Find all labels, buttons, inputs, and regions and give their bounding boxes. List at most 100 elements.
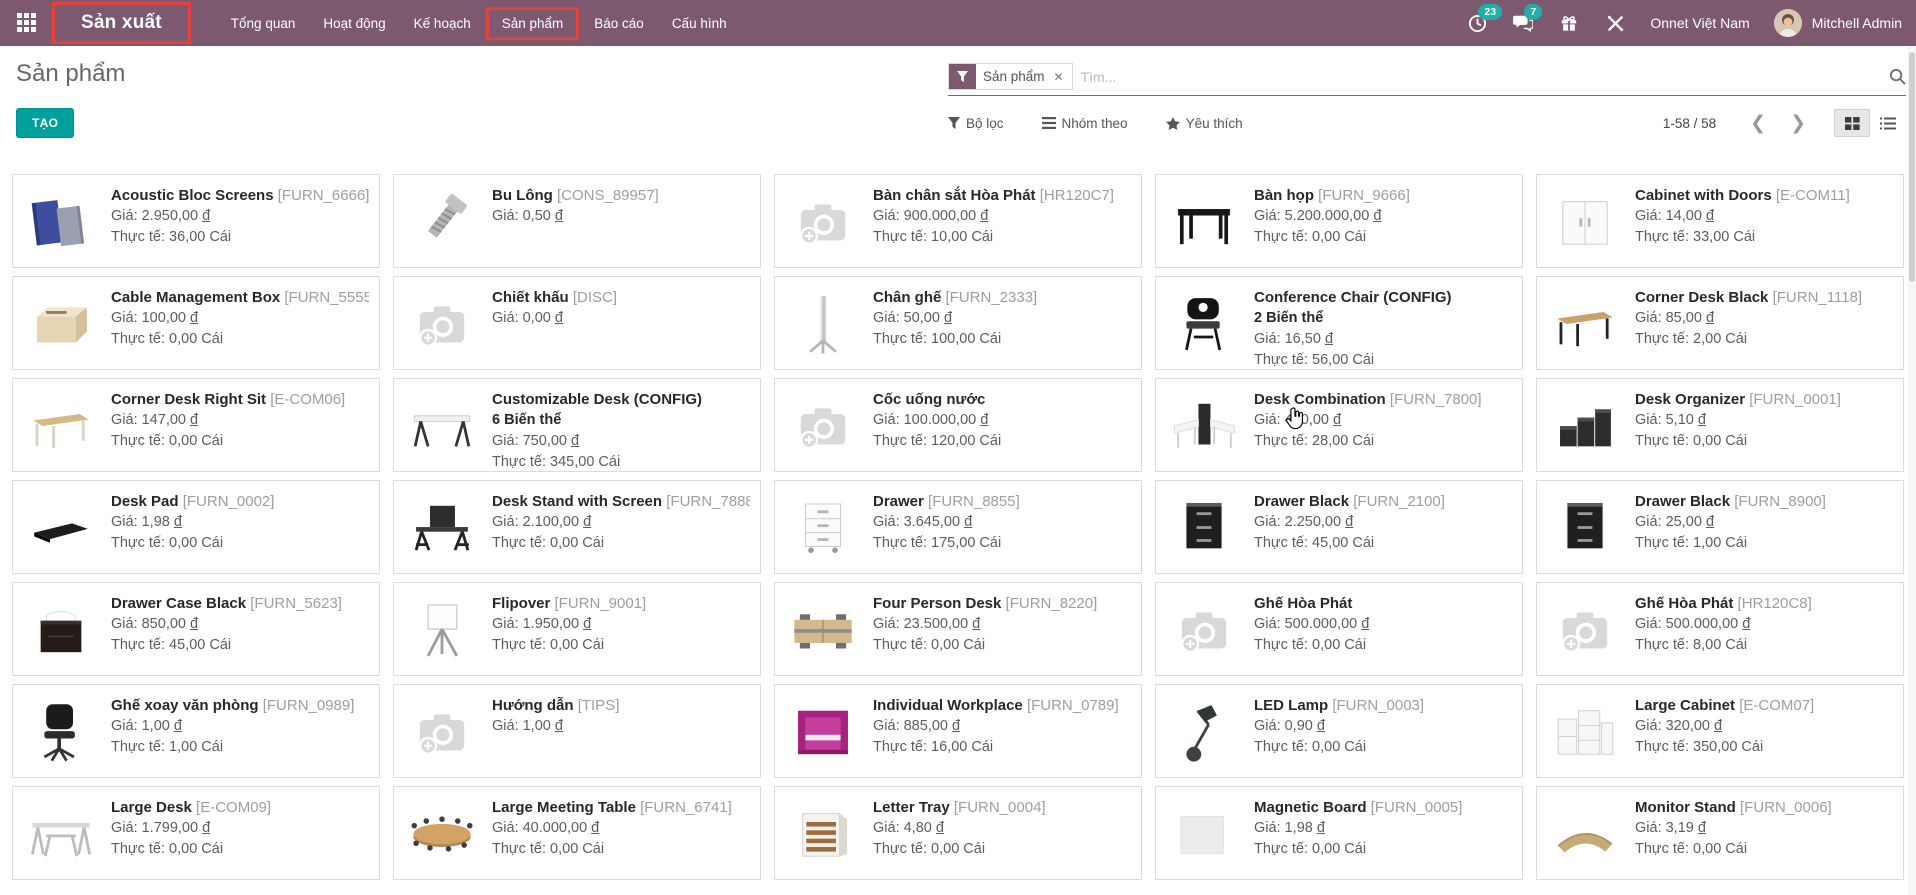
favorites-button[interactable]: Yêu thích — [1166, 116, 1243, 131]
table-black-thumbnail — [1166, 184, 1242, 260]
product-card[interactable]: Customizable Desk (CONFIG) 6 Biến thể Gi… — [393, 378, 761, 472]
vertical-scrollbar[interactable] — [1908, 46, 1916, 895]
product-card[interactable]: Bàn họp [FURN_9666] Giá: 5.200.000,00 đ … — [1155, 174, 1523, 268]
product-price: Giá: 320,00 đ — [1635, 716, 1814, 737]
product-card[interactable]: Large Meeting Table [FURN_6741] Giá: 40.… — [393, 786, 761, 880]
product-quantity: Thực tế: 0,00 Cái — [111, 431, 345, 452]
apps-grid-icon[interactable] — [10, 6, 44, 40]
navbar-menu: Tổng quanHoạt độngKế hoạchSản phẩmBáo cá… — [217, 0, 741, 46]
product-card[interactable]: Chân ghế [FURN_2333] Giá: 50,00 đ Thực t… — [774, 276, 1142, 370]
messages-icon[interactable]: 7 — [1512, 12, 1534, 34]
product-card[interactable]: Cabinet with Doors [E-COM11] Giá: 14,00 … — [1536, 174, 1904, 268]
next-page-icon[interactable]: ❯ — [1778, 114, 1818, 133]
group-by-button[interactable]: Nhóm theo — [1042, 116, 1128, 131]
product-name: Desk Combination [FURN_7800] — [1254, 389, 1482, 410]
product-card[interactable]: Desk Combination [FURN_7800] Giá: 450,00… — [1155, 378, 1523, 472]
chair-black-thumbnail — [1166, 286, 1242, 362]
product-quantity: Thực tế: 2,00 Cái — [1635, 329, 1862, 350]
product-quantity: Thực tế: 0,00 Cái — [111, 329, 369, 350]
product-card[interactable]: Drawer Black [FURN_8900] Giá: 25,00 đ Th… — [1536, 480, 1904, 574]
product-card[interactable]: Ghế Hòa Phát [HR120C8] Giá: 500.000,00 đ… — [1536, 582, 1904, 676]
product-card[interactable]: Desk Stand with Screen [FURN_7888] Giá: … — [393, 480, 761, 574]
currency-symbol: đ — [1345, 514, 1353, 530]
product-code: [FURN_5555] — [284, 289, 369, 306]
product-name: Drawer Black [FURN_2100] — [1254, 491, 1445, 512]
gift-icon[interactable] — [1558, 12, 1580, 34]
letter-tray-thumbnail — [785, 796, 861, 872]
search-icon[interactable] — [1889, 68, 1906, 85]
product-card[interactable]: Drawer Black [FURN_2100] Giá: 2.250,00 đ… — [1155, 480, 1523, 574]
list-view-icon[interactable] — [1870, 109, 1906, 137]
product-price: Giá: 0,50 đ — [492, 206, 659, 227]
product-card[interactable]: Acoustic Bloc Screens [FURN_6666] Giá: 2… — [12, 174, 380, 268]
meeting-table-thumbnail — [404, 796, 480, 872]
product-card[interactable]: Magnetic Board [FURN_0005] Giá: 1,98 đ T… — [1155, 786, 1523, 880]
currency-symbol: đ — [1706, 208, 1714, 224]
product-card[interactable]: Drawer Case Black [FURN_5623] Giá: 850,0… — [12, 582, 380, 676]
product-card[interactable]: Ghế Hòa Phát Giá: 500.000,00 đ Thực tế: … — [1155, 582, 1523, 676]
product-code: [FURN_8900] — [1734, 493, 1826, 510]
product-quantity: Thực tế: 0,00 Cái — [1635, 839, 1832, 860]
app-name[interactable]: Sản xuất — [52, 2, 191, 44]
product-quantity: Thực tế: 16,00 Cái — [873, 737, 1119, 758]
product-quantity: Thực tế: 345,00 Cái — [492, 452, 702, 472]
desk-wood-light-thumbnail — [23, 388, 99, 464]
currency-symbol: đ — [980, 412, 988, 428]
product-card[interactable]: Ghế xoay văn phòng [FURN_0989] Giá: 1,00… — [12, 684, 380, 778]
product-card[interactable]: Large Cabinet [E-COM07] Giá: 320,00 đ Th… — [1536, 684, 1904, 778]
navbar-menu-item[interactable]: Hoạt động — [310, 10, 398, 37]
product-card[interactable]: Chiết khấu [DISC] Giá: 0,00 đ — [393, 276, 761, 370]
product-card[interactable]: Large Desk [E-COM09] Giá: 1.799,00 đ Thự… — [12, 786, 380, 880]
product-name: Hướng dẫn [TIPS] — [492, 695, 619, 716]
product-price: Giá: 450,00 đ — [1254, 410, 1482, 431]
navbar-menu-item[interactable]: Báo cáo — [581, 10, 657, 37]
create-button[interactable]: TẠO — [16, 108, 74, 138]
bolt-thumbnail — [404, 184, 480, 260]
product-code: [HR120C7] — [1040, 187, 1114, 204]
user-avatar-icon[interactable] — [1774, 9, 1802, 37]
product-card[interactable]: Letter Tray [FURN_0004] Giá: 4,80 đ Thực… — [774, 786, 1142, 880]
filters-button[interactable]: Bộ lọc — [948, 116, 1004, 131]
product-card[interactable]: Hướng dẫn [TIPS] Giá: 1,00 đ — [393, 684, 761, 778]
product-card[interactable]: Bu Lông [CONS_89957] Giá: 0,50 đ — [393, 174, 761, 268]
product-name: Large Desk [E-COM09] — [111, 797, 271, 818]
product-card[interactable]: Cốc uống nước Giá: 100.000,00 đ Thực tế:… — [774, 378, 1142, 472]
currency-symbol: đ — [190, 616, 198, 632]
product-card[interactable]: Corner Desk Black [FURN_1118] Giá: 85,00… — [1536, 276, 1904, 370]
product-card[interactable]: Flipover [FURN_9001] Giá: 1.950,00 đ Thự… — [393, 582, 761, 676]
product-card[interactable]: Corner Desk Right Sit [E-COM06] Giá: 147… — [12, 378, 380, 472]
product-card[interactable]: Monitor Stand [FURN_0006] Giá: 3,19 đ Th… — [1536, 786, 1904, 880]
product-card[interactable]: Four Person Desk [FURN_8220] Giá: 23.500… — [774, 582, 1142, 676]
product-card[interactable]: Individual Workplace [FURN_0789] Giá: 88… — [774, 684, 1142, 778]
product-price: Giá: 1,98 đ — [111, 512, 274, 533]
user-name[interactable]: Mitchell Admin — [1812, 15, 1902, 31]
currency-symbol: đ — [964, 514, 972, 530]
product-code: [FURN_6666] — [278, 187, 369, 204]
company-name[interactable]: Onnet Việt Nam — [1650, 15, 1749, 31]
navbar-menu-item[interactable]: Tổng quan — [218, 10, 309, 37]
filter-icon — [948, 117, 960, 129]
product-code: [E-COM07] — [1739, 697, 1814, 714]
product-card[interactable]: Desk Organizer [FURN_0001] Giá: 5,10 đ T… — [1536, 378, 1904, 472]
navbar-menu-item[interactable]: Sản phẩm — [486, 7, 580, 40]
navbar-menu-item[interactable]: Kế hoạch — [401, 10, 484, 37]
activity-clock-icon[interactable]: 23 — [1466, 12, 1488, 34]
search-input[interactable] — [1081, 69, 1883, 85]
product-price: Giá: 750,00 đ — [492, 431, 702, 452]
navbar-menu-item[interactable]: Cấu hình — [659, 10, 740, 37]
product-quantity: Thực tế: 0,00 Cái — [1254, 635, 1369, 656]
product-card[interactable]: Desk Pad [FURN_0002] Giá: 1,98 đ Thực tế… — [12, 480, 380, 574]
leg-metal-thumbnail — [785, 286, 861, 362]
kanban-view-icon[interactable] — [1834, 109, 1870, 137]
product-card[interactable]: Drawer [FURN_8855] Giá: 3.645,00 đ Thực … — [774, 480, 1142, 574]
product-name: Flipover [FURN_9001] — [492, 593, 646, 614]
product-card[interactable]: LED Lamp [FURN_0003] Giá: 0,90 đ Thực tế… — [1155, 684, 1523, 778]
product-card[interactable]: Conference Chair (CONFIG) 2 Biến thể Giá… — [1155, 276, 1523, 370]
product-card[interactable]: Bàn chân sắt Hòa Phát [HR120C7] Giá: 900… — [774, 174, 1142, 268]
scrollbar-thumb[interactable] — [1909, 52, 1915, 282]
remove-facet-icon[interactable]: ✕ — [1052, 64, 1072, 89]
previous-page-icon[interactable]: ❮ — [1738, 114, 1778, 133]
product-quantity: Thực tế: 0,00 Cái — [111, 533, 274, 554]
tools-icon[interactable] — [1604, 12, 1626, 34]
product-card[interactable]: Cable Management Box [FURN_5555] Giá: 10… — [12, 276, 380, 370]
